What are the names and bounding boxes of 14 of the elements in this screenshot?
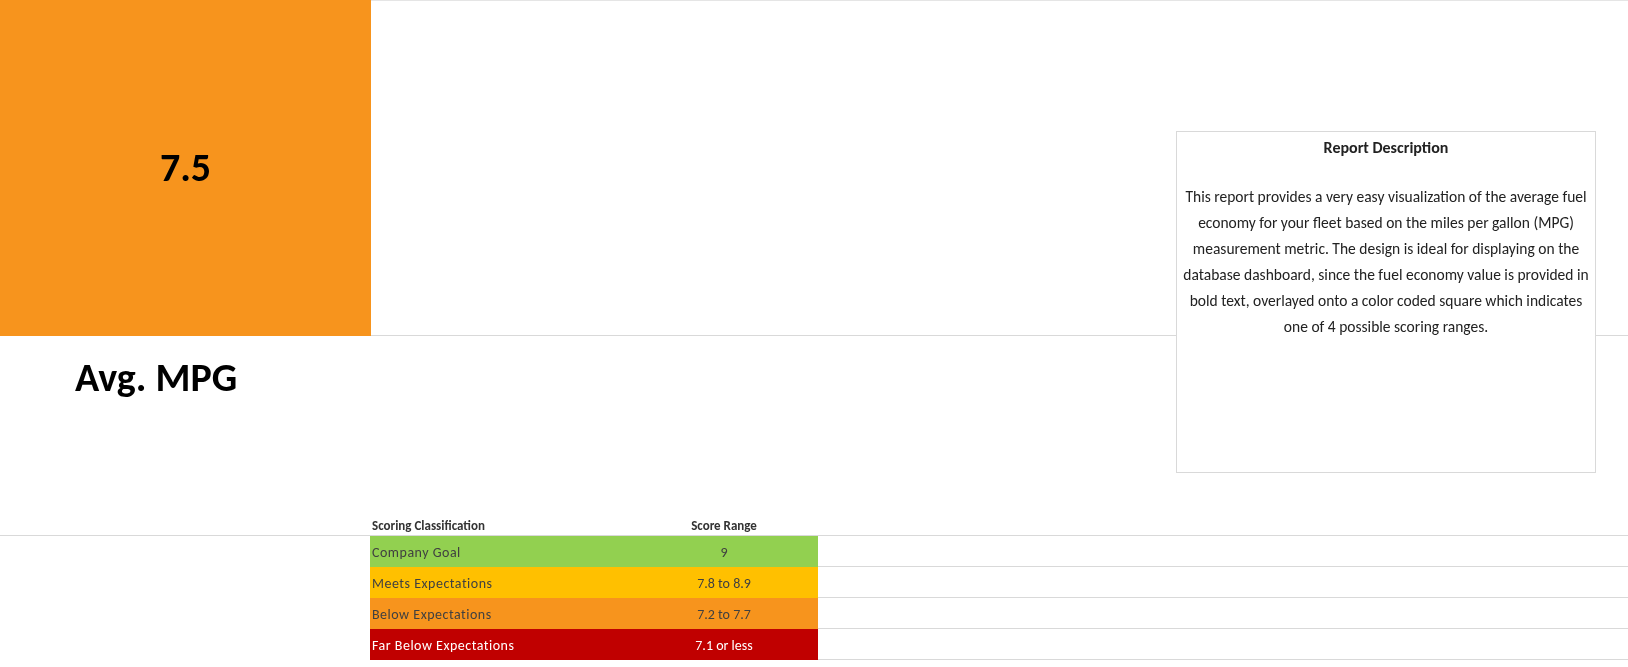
- table-cell: Meets Expectations: [372, 574, 493, 592]
- table-cell: 7.2 to 7.7: [697, 605, 751, 623]
- description-title: Report Description: [1323, 137, 1449, 159]
- column-header: Scoring Classification: [372, 519, 485, 535]
- column-header: Score Range: [691, 519, 757, 535]
- table-cell: Below Expectations: [372, 605, 492, 623]
- table-cell: 7.1 or less: [695, 636, 753, 654]
- table-cell: 9: [720, 543, 728, 561]
- table-cell: 7.8 to 8.9: [697, 574, 751, 592]
- metric-label: Avg. MPG: [75, 352, 238, 404]
- score-value: 7.5: [159, 142, 212, 194]
- table-cell: Company Goal: [372, 543, 461, 561]
- table-cell: Far Below Expectations: [372, 636, 515, 654]
- description-text: This report provides a very easy visualization of the average fuel economy for your fleet based on the miles per gallon (MPG) measurement metric. The design is ideal for displaying on the database dashboard, since the fuel economy value is provided in bold text, overlayed onto a color coded square which indicates one of 4 possible scoring ranges.: [1182, 186, 1590, 338]
